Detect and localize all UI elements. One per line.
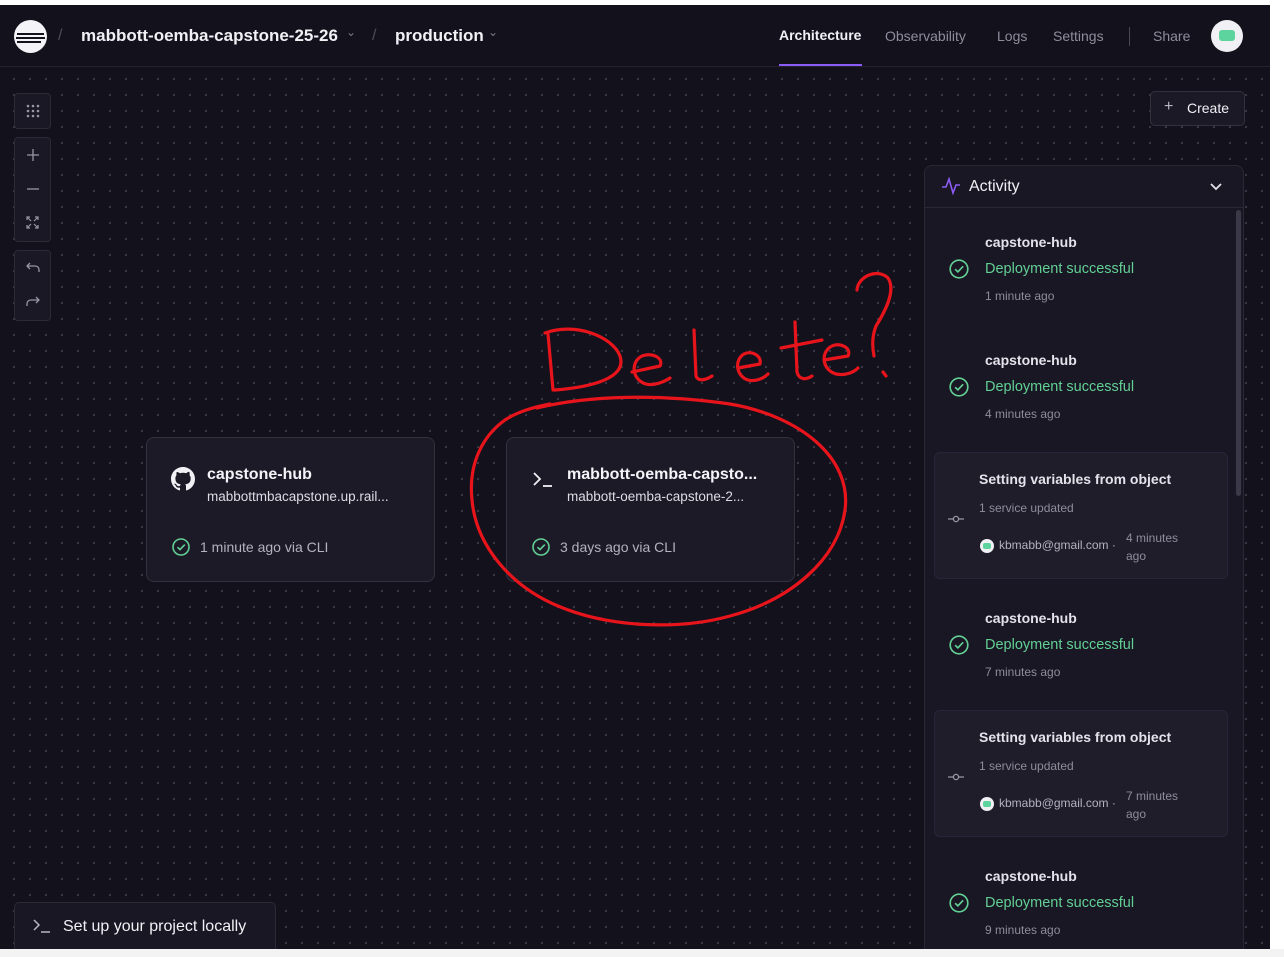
- check-circle-icon: [531, 537, 551, 562]
- activity-variables-title: Setting variables from object: [979, 729, 1172, 745]
- activity-status: Deployment successful: [985, 637, 1135, 653]
- commit-icon: [948, 769, 964, 787]
- window-bottom-edge: [0, 949, 1284, 957]
- chevron-down-icon[interactable]: [1209, 179, 1223, 198]
- tab-settings[interactable]: Settings: [1053, 28, 1104, 44]
- breadcrumb-separator: /: [372, 27, 377, 44]
- activity-time: 7 minutes ago: [985, 665, 1061, 679]
- activity-item-variables[interactable]: Setting variables from object 1 service …: [934, 710, 1228, 837]
- activity-time: 1 minute ago: [985, 289, 1055, 303]
- deploy-status: 3 days ago via CLI: [560, 539, 676, 555]
- activity-panel: Activity capstone-hub Deployment success…: [924, 165, 1244, 949]
- user-avatar: [980, 797, 994, 811]
- activity-item[interactable]: capstone-hub Deployment successful 7 min…: [925, 600, 1225, 690]
- tab-logs[interactable]: Logs: [997, 28, 1027, 44]
- activity-item[interactable]: capstone-hub Deployment successful 1 min…: [925, 224, 1225, 314]
- canvas-toolbar-grid: [14, 93, 51, 129]
- activity-item[interactable]: capstone-hub Deployment successful 4 min…: [925, 342, 1225, 432]
- activity-pulse-icon: [941, 176, 961, 200]
- check-circle-icon: [948, 634, 970, 661]
- window-right-edge: [1270, 0, 1284, 957]
- activity-time: 4 minutes ago: [985, 407, 1061, 421]
- activity-service: capstone-hub: [985, 610, 1077, 626]
- activity-status: Deployment successful: [985, 261, 1135, 277]
- activity-user: kbmabb@gmail.com ·: [999, 538, 1116, 552]
- activity-header[interactable]: Activity: [925, 166, 1243, 208]
- create-label: Create: [1187, 100, 1230, 116]
- setup-project-locally-button[interactable]: Set up your project locally: [14, 902, 276, 949]
- activity-time: 7 minutes ago: [1126, 789, 1179, 821]
- activity-variables-detail: 1 service updated: [979, 501, 1074, 515]
- activity-service: capstone-hub: [985, 352, 1077, 368]
- activity-status: Deployment successful: [985, 895, 1135, 911]
- github-icon: [171, 467, 195, 491]
- service-name: capstone-hub: [207, 466, 312, 483]
- plus-icon: +: [1164, 98, 1174, 115]
- breadcrumb-separator: /: [58, 27, 63, 44]
- service-name: mabbott-oemba-capsto...: [567, 466, 758, 483]
- terminal-icon: [531, 467, 555, 491]
- nav-divider: [1129, 27, 1130, 46]
- user-avatar: [980, 539, 994, 553]
- service-card-capstone-hub[interactable]: capstone-hub mabbottmbacapstone.up.rail.…: [146, 437, 435, 582]
- share-button[interactable]: Share: [1153, 28, 1190, 44]
- top-bar: / mabbott-oemba-capstone-25-26 ⌄ / produ…: [0, 5, 1270, 67]
- chevron-down-icon[interactable]: ⌄: [488, 25, 498, 39]
- activity-service: capstone-hub: [985, 234, 1077, 250]
- redo-icon[interactable]: [15, 285, 50, 319]
- scrollbar-thumb[interactable]: [1236, 210, 1241, 496]
- environment-name[interactable]: production: [395, 26, 484, 46]
- check-circle-icon: [948, 376, 970, 403]
- undo-icon[interactable]: [15, 251, 50, 285]
- canvas-toolbar-zoom: [14, 137, 51, 242]
- activity-status: Deployment successful: [985, 379, 1135, 395]
- deploy-status: 1 minute ago via CLI: [200, 539, 329, 555]
- service-domain: mabbottmbacapstone.up.rail...: [207, 489, 389, 504]
- check-circle-icon: [948, 892, 970, 919]
- activity-item-variables[interactable]: Setting variables from object 1 service …: [934, 452, 1228, 579]
- activity-time: 9 minutes ago: [985, 923, 1061, 937]
- railway-app: / mabbott-oemba-capstone-25-26 ⌄ / produ…: [0, 5, 1270, 949]
- commit-icon: [948, 511, 964, 529]
- check-circle-icon: [948, 258, 970, 285]
- activity-service: capstone-hub: [985, 868, 1077, 884]
- activity-variables-detail: 1 service updated: [979, 759, 1074, 773]
- activity-title: Activity: [969, 178, 1020, 195]
- activity-variables-title: Setting variables from object: [979, 471, 1172, 487]
- check-circle-icon: [171, 537, 191, 562]
- create-button[interactable]: + Create: [1150, 91, 1245, 126]
- railway-logo-icon[interactable]: [14, 20, 47, 53]
- activity-time: 4 minutes ago: [1126, 531, 1179, 563]
- zoom-in-icon[interactable]: [15, 138, 50, 172]
- fit-view-icon[interactable]: [15, 206, 50, 240]
- service-domain: mabbott-oemba-capstone-2...: [567, 489, 745, 504]
- service-card-mabbott-oemba-capstone[interactable]: mabbott-oemba-capsto... mabbott-oemba-ca…: [506, 437, 795, 582]
- activity-item[interactable]: capstone-hub Deployment successful 9 min…: [925, 858, 1225, 948]
- zoom-out-icon[interactable]: [15, 172, 50, 206]
- tab-architecture[interactable]: Architecture: [779, 27, 861, 43]
- setup-label: Set up your project locally: [63, 918, 247, 935]
- avatar[interactable]: [1211, 20, 1243, 52]
- project-name[interactable]: mabbott-oemba-capstone-25-26: [81, 26, 338, 46]
- grid-icon[interactable]: [15, 94, 50, 128]
- activity-user: kbmabb@gmail.com ·: [999, 796, 1116, 810]
- tab-observability[interactable]: Observability: [885, 28, 966, 44]
- active-tab-indicator: [779, 64, 862, 66]
- chevron-down-icon[interactable]: ⌄: [346, 25, 356, 39]
- terminal-icon: [33, 918, 51, 939]
- canvas-toolbar-history: [14, 250, 51, 321]
